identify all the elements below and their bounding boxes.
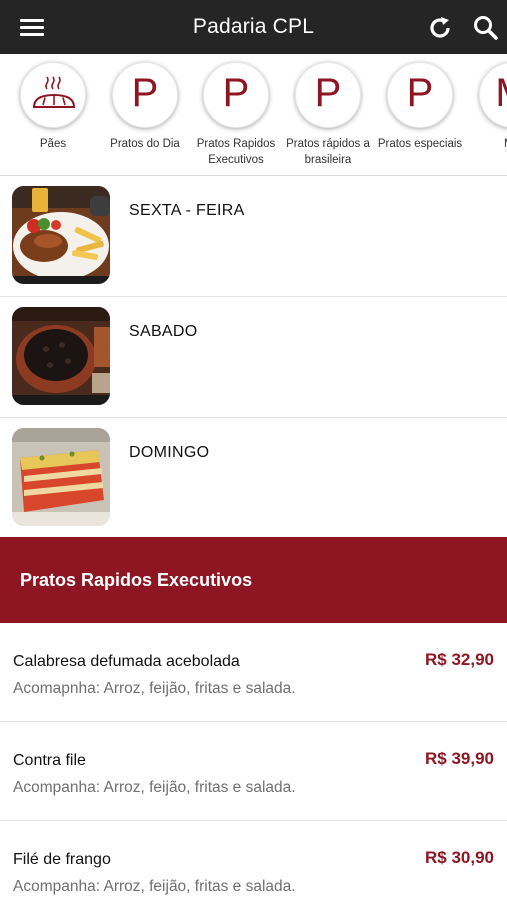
dish-price: R$ 32,90 <box>425 650 494 669</box>
category-pratos-rapidos-executivos[interactable]: P Pratos Rapidos Executivos <box>190 62 282 168</box>
dish-item[interactable]: Calabresa defumada acebolada Acomapnha: … <box>0 623 507 722</box>
day-label: SEXTA - FEIRA <box>129 202 245 219</box>
section-header: Pratos Rapidos Executivos <box>0 537 507 623</box>
dish-description: Acompanha: Arroz, feijão, fritas e salad… <box>13 779 296 796</box>
day-item-sexta[interactable]: SEXTA - FEIRA <box>0 176 507 297</box>
dish-name: Filé de frango <box>13 851 111 868</box>
dish-name: Contra file <box>13 752 86 769</box>
category-pratos-especiais[interactable]: P Pratos especiais <box>374 62 466 152</box>
category-pratos-rapidos-a-brasileira[interactable]: P Pratos rápidos a brasileira <box>282 62 374 168</box>
letter-avatar: P <box>295 62 361 128</box>
category-strip[interactable]: Pães P Pratos do Dia P Pratos Rapidos Ex… <box>0 54 507 176</box>
day-item-domingo[interactable]: DOMINGO <box>0 418 507 539</box>
app-header: Padaria CPL <box>0 0 507 54</box>
category-label: Pratos rápidos a brasileira <box>286 138 370 166</box>
lasagna-photo <box>12 428 110 526</box>
dish-item[interactable]: Filé de frango Acompanha: Arroz, feijão,… <box>0 821 507 900</box>
letter-avatar: M <box>479 62 507 128</box>
day-item-sabado[interactable]: SABADO <box>0 297 507 418</box>
category-partial[interactable]: M Ma <box>466 62 507 152</box>
day-label: SABADO <box>129 323 198 340</box>
dish-description: Acompanha: Arroz, feijão, fritas e salad… <box>13 878 296 895</box>
feijoada-pot-photo <box>12 307 110 405</box>
category-label: Pratos especiais <box>377 138 463 150</box>
category-paes[interactable]: Pães <box>7 62 99 152</box>
dish-price: R$ 30,90 <box>425 848 494 867</box>
category-label: Pratos do Dia <box>110 138 180 150</box>
dish-price: R$ 39,90 <box>425 749 494 768</box>
refresh-icon[interactable] <box>427 15 453 41</box>
category-label: Ma <box>466 136 507 152</box>
category-label: Pratos Rapidos Executivos <box>196 138 276 166</box>
category-label: Pães <box>39 138 67 150</box>
dish-item[interactable]: Contra file Acompanha: Arroz, feijão, fr… <box>0 722 507 821</box>
steak-plate-photo <box>12 186 110 284</box>
dish-description: Acomapnha: Arroz, feijão, fritas e salad… <box>13 680 296 697</box>
dish-name: Calabresa defumada acebolada <box>13 653 240 670</box>
letter-avatar: P <box>387 62 453 128</box>
letter-avatar: P <box>203 62 269 128</box>
category-pratos-do-dia[interactable]: P Pratos do Dia <box>99 62 191 152</box>
section-title: Pratos Rapidos Executivos <box>20 570 253 590</box>
search-icon[interactable] <box>472 14 500 42</box>
letter-avatar: P <box>112 62 178 128</box>
bread-icon <box>20 62 86 128</box>
day-label: DOMINGO <box>129 444 210 461</box>
